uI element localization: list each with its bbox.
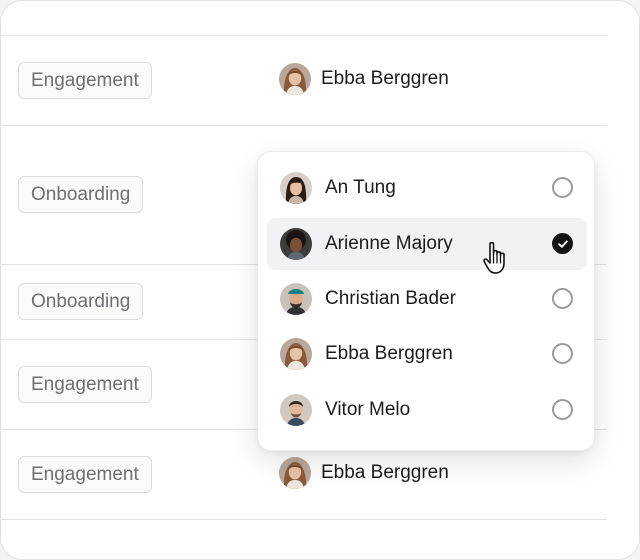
avatar — [279, 63, 311, 95]
avatar — [280, 394, 312, 426]
dropdown-option[interactable]: Ebba Berggren — [267, 328, 587, 380]
assignee-name: Ebba Berggren — [321, 462, 449, 483]
dropdown-option[interactable]: Vitor Melo — [267, 384, 587, 436]
category-tag[interactable]: Engagement — [18, 366, 152, 403]
category-tag[interactable]: Onboarding — [18, 176, 144, 213]
option-name: Arienne Majory — [325, 233, 453, 254]
category-tag[interactable]: Engagement — [18, 62, 152, 99]
avatar — [279, 457, 311, 489]
category-tag[interactable]: Engagement — [18, 456, 152, 493]
row-divider — [1, 519, 607, 520]
dropdown-option[interactable]: An Tung — [267, 162, 587, 214]
radio-button-checked[interactable] — [552, 233, 573, 254]
option-name: An Tung — [325, 177, 396, 198]
checkmark-icon — [557, 239, 568, 248]
assignee-name: Ebba Berggren — [321, 68, 449, 89]
radio-button[interactable] — [552, 177, 573, 198]
avatar — [280, 283, 312, 315]
option-name: Vitor Melo — [325, 399, 411, 420]
radio-button[interactable] — [552, 399, 573, 420]
avatar — [280, 172, 312, 204]
dropdown-option-selected[interactable]: Arienne Majory — [267, 218, 587, 270]
avatar — [280, 228, 312, 260]
option-name: Ebba Berggren — [325, 343, 453, 364]
option-name: Christian Bader — [325, 288, 456, 309]
radio-button[interactable] — [552, 288, 573, 309]
dropdown-option[interactable]: Christian Bader — [267, 273, 587, 325]
category-tag[interactable]: Onboarding — [18, 283, 144, 320]
avatar — [280, 338, 312, 370]
row-divider — [1, 35, 607, 36]
assignee-cell[interactable]: Ebba Berggren — [279, 62, 449, 96]
assignee-dropdown: An Tung Arienne Majory Christian Bader E… — [257, 151, 595, 451]
row-divider — [1, 125, 607, 126]
radio-button[interactable] — [552, 343, 573, 364]
assignee-cell[interactable]: Ebba Berggren — [279, 456, 449, 490]
